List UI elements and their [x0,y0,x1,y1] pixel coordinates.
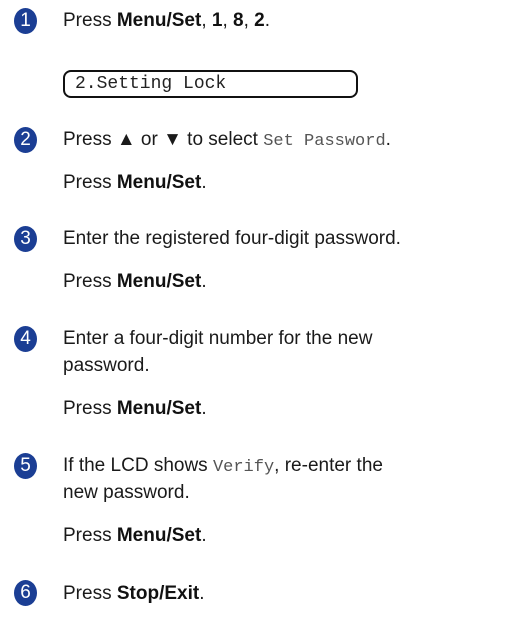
text: , [222,10,234,31]
text: , [201,10,212,31]
lcd-text: 2.Setting Lock [75,74,227,94]
key-label: Menu/Set [116,172,202,193]
step-2-press: Press Menu/Set. [63,171,207,195]
text: . [264,10,271,31]
text: Press [63,172,117,193]
step-5-press: Press Menu/Set. [63,524,207,548]
key-label: Menu/Set [116,271,202,292]
key-label: Stop/Exit [116,583,200,604]
step-number-badge: 6 [14,580,37,606]
key-label: Menu/Set [116,525,202,546]
step-6-instruction: Press Stop/Exit. [63,582,204,606]
step-3-press: Press Menu/Set. [63,270,207,294]
text: Press [63,10,117,31]
step-number-badge: 4 [14,326,37,352]
step-4-instruction-cont: password. [63,355,150,376]
step-4-instruction: Enter a four-digit number for the new [63,328,373,349]
step-number-badge: 5 [14,453,37,479]
text: Press ▲ or ▼ to select [63,129,264,150]
text: . [201,271,207,292]
text: . [385,129,391,150]
text: . [201,398,207,419]
step-number-badge: 2 [14,127,37,153]
lcd-option-text: Verify [212,458,275,477]
step-number-badge: 3 [14,226,37,252]
text: . [199,583,205,604]
step-3-instruction: Enter the registered four-digit password… [63,228,401,249]
text: If the LCD shows [63,455,213,476]
key-label: Menu/Set [116,398,202,419]
key-label: 1 [211,10,223,31]
lcd-option-text: Set Password [263,132,386,151]
step-2-instruction: Press ▲ or ▼ to select Set Password. [63,128,391,154]
text: , re-enter the [274,455,383,476]
key-label: 8 [233,10,244,31]
text: Press [63,525,117,546]
text: . [201,525,207,546]
step-5-instruction-cont: new password. [63,482,190,503]
text: Press [63,398,117,419]
key-label: 2 [254,10,265,31]
text: , [243,10,255,31]
text: . [201,172,207,193]
key-label: Menu/Set [116,10,202,31]
step-5-instruction: If the LCD shows Verify, re-enter the [63,454,383,480]
text: Press [63,271,117,292]
step-number-badge: 1 [14,8,37,34]
step-4-press: Press Menu/Set. [63,397,207,421]
step-1-instruction: Press Menu/Set, 1, 8, 2. [63,9,270,33]
text: Press [63,583,117,604]
lcd-display: 2.Setting Lock [63,70,358,98]
